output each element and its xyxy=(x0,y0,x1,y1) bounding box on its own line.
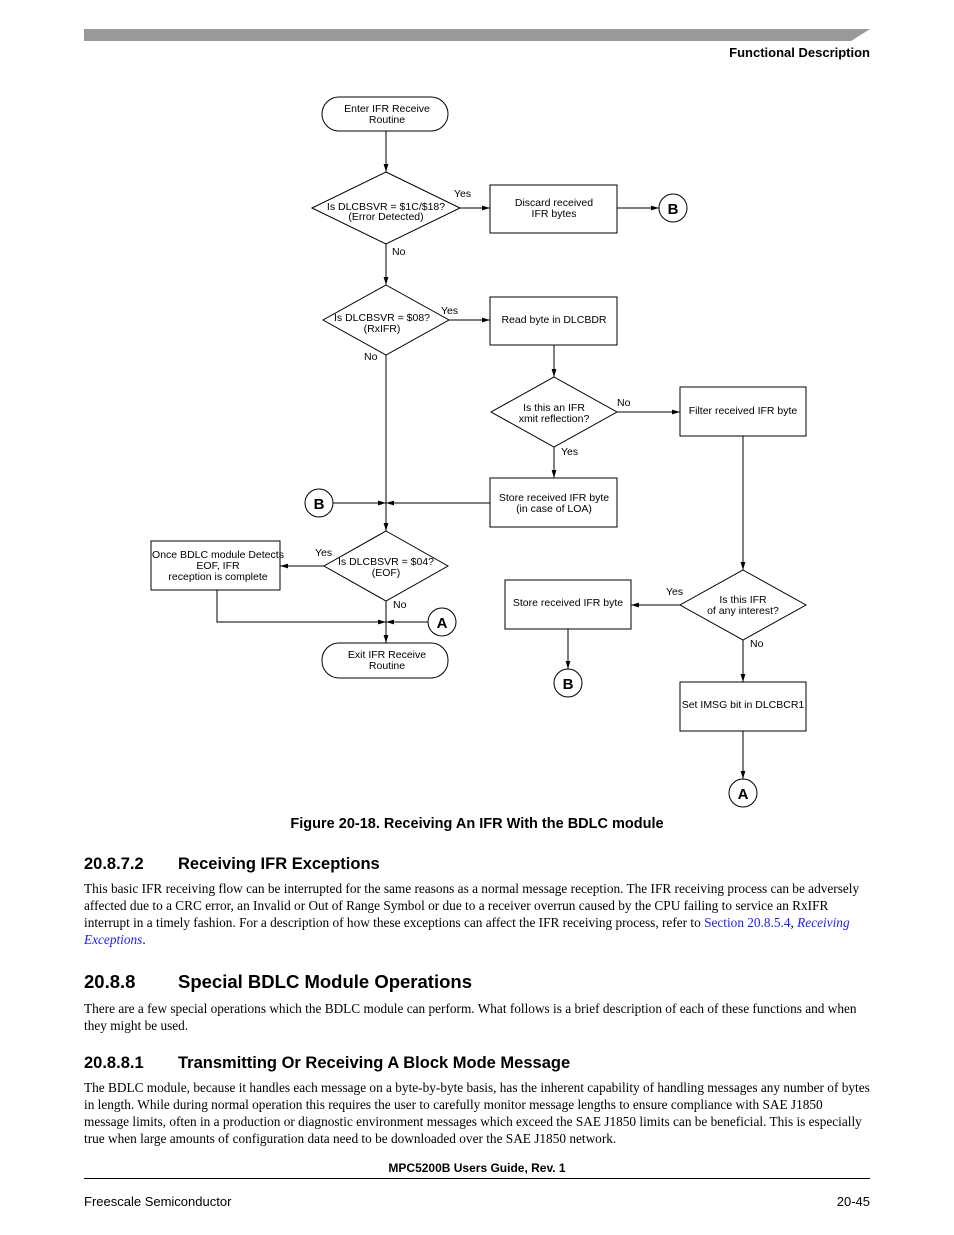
section-heading-block-mode: 20.8.8.1 Transmitting Or Receiving A Bloc… xyxy=(84,1054,570,1073)
start-text-2: Routine xyxy=(369,114,405,126)
label-rxifr-yes: Yes xyxy=(441,305,458,317)
read-byte-text: Read byte in DLCBDR xyxy=(501,314,606,326)
paragraph-tail: . xyxy=(142,932,146,947)
footer-page-number: 20-45 xyxy=(836,1194,870,1209)
paragraph-receiving-ifr-exceptions: This basic IFR receiving flow can be int… xyxy=(84,880,870,948)
label-error-no: No xyxy=(392,246,406,258)
store-loa-text-2: (in case of LOA) xyxy=(516,503,592,515)
connector-a-merge-label: A xyxy=(437,615,448,632)
section-heading-receiving-ifr-exceptions: 20.8.7.2 Receiving IFR Exceptions xyxy=(84,855,380,874)
label-rxifr-no: No xyxy=(364,351,378,363)
footer-document-title: MPC5200B Users Guide, Rev. 1 xyxy=(388,1161,566,1175)
decision-reflection-text-2: xmit reflection? xyxy=(519,413,590,425)
eof-complete-text-3: reception is complete xyxy=(168,571,267,583)
footer-divider xyxy=(84,1178,870,1179)
paragraph-block-mode: The BDLC module, because it handles each… xyxy=(84,1080,870,1146)
decision-rxifr-text-2: (RxIFR) xyxy=(364,323,401,335)
label-error-yes: Yes xyxy=(454,188,471,200)
set-imsg-text: Set IMSG bit in DLCBCR1 xyxy=(682,699,805,711)
filter-text: Filter received IFR byte xyxy=(689,405,798,417)
label-eof-yes: Yes xyxy=(315,547,332,559)
section-title: Transmitting Or Receiving A Block Mode M… xyxy=(178,1054,571,1072)
section-title: Special BDLC Module Operations xyxy=(178,971,472,992)
connector-a-imsg-label: A xyxy=(738,786,749,803)
label-reflection-yes: Yes xyxy=(561,446,578,458)
store-byte-text: Store received IFR byte xyxy=(513,597,623,609)
section-number: 20.8.8 xyxy=(84,971,136,992)
connector-b-merge-label: B xyxy=(314,496,325,513)
section-heading-special-operations: 20.8.8 Special BDLC Module Operations xyxy=(84,971,472,993)
figure-caption: Figure 20-18. Receiving An IFR With the … xyxy=(290,816,664,832)
arrow-complete-to-exit xyxy=(216,590,386,625)
footer-company: Freescale Semiconductor xyxy=(84,1194,232,1209)
flowchart: Enter IFR Receive Routine Is DLCBSVR = $… xyxy=(150,96,808,808)
label-reflection-no: No xyxy=(617,397,631,409)
connector-b-discard-label: B xyxy=(668,201,679,218)
label-interest-no: No xyxy=(750,638,764,650)
decision-eof-text-2: (EOF) xyxy=(372,567,401,579)
label-interest-yes: Yes xyxy=(666,586,683,598)
label-eof-no: No xyxy=(393,599,407,611)
section-title: Receiving IFR Exceptions xyxy=(178,855,380,873)
section-link[interactable]: Section 20.8.5.4 xyxy=(704,915,790,930)
exit-text-2: Routine xyxy=(369,660,405,672)
decision-error-text-2: (Error Detected) xyxy=(348,211,423,223)
section-number: 20.8.7.2 xyxy=(84,855,144,873)
paragraph-special-operations: There are a few special operations which… xyxy=(84,1001,857,1033)
section-number: 20.8.8.1 xyxy=(84,1054,144,1072)
discard-text-2: IFR bytes xyxy=(532,208,577,220)
decision-interest-text-2: of any interest? xyxy=(707,605,779,617)
connector-b-store-label: B xyxy=(563,676,574,693)
